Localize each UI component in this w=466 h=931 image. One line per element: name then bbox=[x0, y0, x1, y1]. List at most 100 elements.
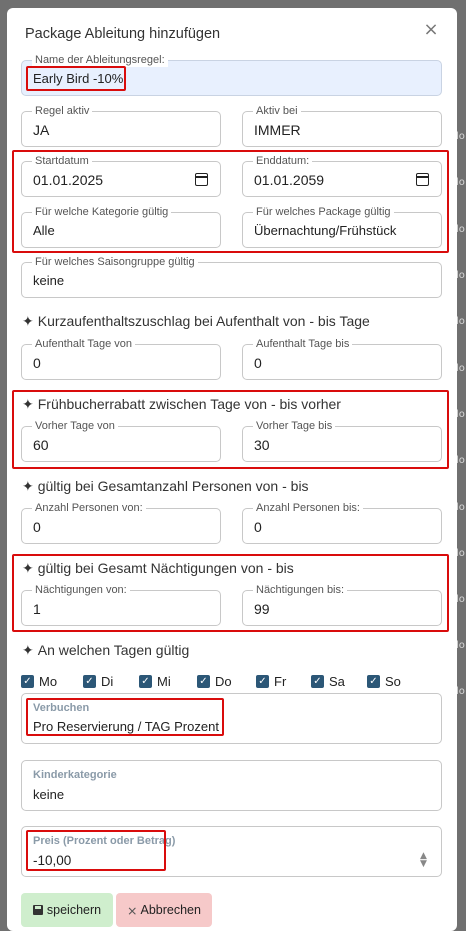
start-date-value: 01.01.2025 bbox=[33, 172, 104, 188]
check-icon: ✓ bbox=[83, 675, 96, 688]
persons-to-value: 0 bbox=[254, 519, 262, 535]
package-value: Übernachtung/Frühstück bbox=[254, 223, 397, 238]
end-date-input[interactable]: Enddatum: 01.01.2059 bbox=[242, 154, 442, 197]
nights-to-value: 99 bbox=[254, 601, 270, 617]
price-label: Preis (Prozent oder Betrag) bbox=[33, 835, 176, 847]
booking-mode-label: Verbuchen bbox=[33, 702, 90, 714]
check-icon: ✓ bbox=[311, 675, 324, 688]
rule-name-label: Name der Ableitungsregel: bbox=[32, 53, 168, 67]
package-derivation-modal: Package Ableitung hinzufügen × Name der … bbox=[7, 8, 457, 931]
child-category-value: keine bbox=[33, 787, 65, 802]
sparkle-icon: ✦ bbox=[22, 643, 34, 659]
background-row-glyph: lo bbox=[456, 594, 465, 605]
early-booking-heading: ✦ Frühbucherrabatt zwischen Tage von - bi… bbox=[22, 396, 341, 413]
check-icon: ✓ bbox=[256, 675, 269, 688]
season-group-value: keine bbox=[33, 273, 65, 288]
rule-name-value: Early Bird -10% bbox=[33, 71, 124, 86]
background-row-glyph: lo bbox=[456, 177, 465, 188]
category-select[interactable]: Für welche Kategorie gültig Alle bbox=[21, 205, 221, 248]
nights-to-input[interactable]: Nächtigungen bis: 99 bbox=[242, 583, 442, 626]
season-group-label: Für welches Saisongruppe gültig bbox=[32, 255, 198, 269]
category-value: Alle bbox=[33, 223, 55, 238]
check-icon: ✓ bbox=[139, 675, 152, 688]
weekday-label: Mi bbox=[157, 674, 171, 689]
season-group-select[interactable]: Für welches Saisongruppe gültig keine bbox=[21, 255, 442, 298]
rule-active-select[interactable]: Regel aktiv JA bbox=[21, 104, 221, 147]
stay-days-from-input[interactable]: Aufenthalt Tage von 0 bbox=[21, 337, 221, 380]
weekdays-title: An welchen Tagen gültig bbox=[37, 642, 190, 658]
floppy-disk-icon bbox=[32, 905, 43, 915]
background-row-glyph: lo bbox=[456, 640, 465, 651]
short-stay-heading: ✦ Kurzaufenthaltszuschlag bei Aufenthalt … bbox=[22, 313, 370, 330]
weekday-checkbox-di[interactable]: ✓ Di bbox=[83, 674, 113, 689]
price-input[interactable]: Preis (Prozent oder Betrag) -10,00 ▲ ▼ bbox=[21, 826, 442, 877]
days-before-from-value: 60 bbox=[33, 437, 49, 453]
background-row-glyph: lo bbox=[456, 316, 465, 327]
start-date-input[interactable]: Startdatum 01.01.2025 bbox=[21, 154, 221, 197]
days-before-from-input[interactable]: Vorher Tage von 60 bbox=[21, 419, 221, 462]
end-date-label: Enddatum: bbox=[253, 154, 313, 168]
category-label: Für welche Kategorie gültig bbox=[32, 205, 172, 219]
close-icon: × bbox=[127, 902, 138, 918]
weekday-label: Do bbox=[215, 674, 232, 689]
stay-days-from-label: Aufenthalt Tage von bbox=[32, 337, 136, 351]
short-stay-title: Kurzaufenthaltszuschlag bei Aufenthalt v… bbox=[37, 313, 370, 329]
persons-to-label: Anzahl Personen bis: bbox=[253, 501, 363, 515]
save-button[interactable]: speichern bbox=[21, 893, 113, 927]
weekdays-heading: ✦ An welchen Tagen gültig bbox=[22, 642, 189, 659]
weekday-label: Sa bbox=[329, 674, 345, 689]
stay-days-to-input[interactable]: Aufenthalt Tage bis 0 bbox=[242, 337, 442, 380]
weekday-label: So bbox=[385, 674, 401, 689]
check-icon: ✓ bbox=[367, 675, 380, 688]
number-spinner-icon[interactable]: ▲ ▼ bbox=[420, 852, 429, 869]
weekday-checkbox-do[interactable]: ✓ Do bbox=[197, 674, 232, 689]
weekday-checkbox-fr[interactable]: ✓ Fr bbox=[256, 674, 286, 689]
nights-heading: ✦ gültig bei Gesamt Nächtigungen von - bi… bbox=[22, 560, 294, 577]
package-select[interactable]: Für welches Package gültig Übernachtung/… bbox=[242, 205, 442, 248]
sparkle-icon: ✦ bbox=[22, 397, 34, 413]
persons-from-value: 0 bbox=[33, 519, 41, 535]
background-row-glyph: lo bbox=[456, 363, 465, 374]
weekday-checkbox-sa[interactable]: ✓ Sa bbox=[311, 674, 345, 689]
background-row-glyph: lo bbox=[456, 270, 465, 281]
persons-to-input[interactable]: Anzahl Personen bis: 0 bbox=[242, 501, 442, 544]
early-booking-title: Frühbucherrabatt zwischen Tage von - bis… bbox=[37, 396, 341, 412]
start-date-label: Startdatum bbox=[32, 154, 92, 168]
stay-days-to-label: Aufenthalt Tage bis bbox=[253, 337, 353, 351]
close-icon[interactable]: × bbox=[421, 20, 441, 40]
persons-from-label: Anzahl Personen von: bbox=[32, 501, 146, 515]
background-row-glyph: lo bbox=[456, 455, 465, 466]
nights-from-input[interactable]: Nächtigungen von: 1 bbox=[21, 583, 221, 626]
days-before-to-label: Vorher Tage bis bbox=[253, 419, 336, 433]
nights-from-value: 1 bbox=[33, 601, 41, 617]
sparkle-icon: ✦ bbox=[22, 561, 34, 577]
rule-active-value: JA bbox=[33, 122, 50, 138]
child-category-select[interactable]: Kinderkategorie keine bbox=[21, 760, 442, 811]
stay-days-to-value: 0 bbox=[254, 355, 262, 371]
active-at-value: IMMER bbox=[254, 122, 301, 138]
check-icon: ✓ bbox=[197, 675, 210, 688]
rule-name-field[interactable]: Name der Ableitungsregel: Early Bird -10… bbox=[21, 53, 442, 96]
days-before-to-input[interactable]: Vorher Tage bis 30 bbox=[242, 419, 442, 462]
background-row-glyph: lo bbox=[456, 224, 465, 235]
background-row-glyph: lo bbox=[456, 548, 465, 559]
weekday-checkbox-so[interactable]: ✓ So bbox=[367, 674, 401, 689]
calendar-icon[interactable] bbox=[416, 173, 429, 186]
nights-from-label: Nächtigungen von: bbox=[32, 583, 130, 597]
weekday-label: Fr bbox=[274, 674, 287, 689]
weekday-checkbox-mi[interactable]: ✓ Mi bbox=[139, 674, 171, 689]
weekday-checkbox-mo[interactable]: ✓ Mo bbox=[21, 674, 57, 689]
cancel-button[interactable]: × Abbrechen bbox=[116, 893, 212, 927]
sparkle-icon: ✦ bbox=[22, 479, 34, 495]
calendar-icon[interactable] bbox=[195, 173, 208, 186]
end-date-value: 01.01.2059 bbox=[254, 172, 325, 188]
booking-mode-select[interactable]: Verbuchen Pro Reservierung / TAG Prozent bbox=[21, 693, 442, 744]
rule-active-label: Regel aktiv bbox=[32, 104, 93, 118]
active-at-label: Aktiv bei bbox=[253, 104, 301, 118]
weekday-label: Mo bbox=[39, 674, 58, 689]
save-button-label: speichern bbox=[46, 903, 102, 917]
booking-mode-value: Pro Reservierung / TAG Prozent bbox=[33, 719, 219, 734]
persons-from-input[interactable]: Anzahl Personen von: 0 bbox=[21, 501, 221, 544]
active-at-select[interactable]: Aktiv bei IMMER bbox=[242, 104, 442, 147]
check-icon: ✓ bbox=[21, 675, 34, 688]
